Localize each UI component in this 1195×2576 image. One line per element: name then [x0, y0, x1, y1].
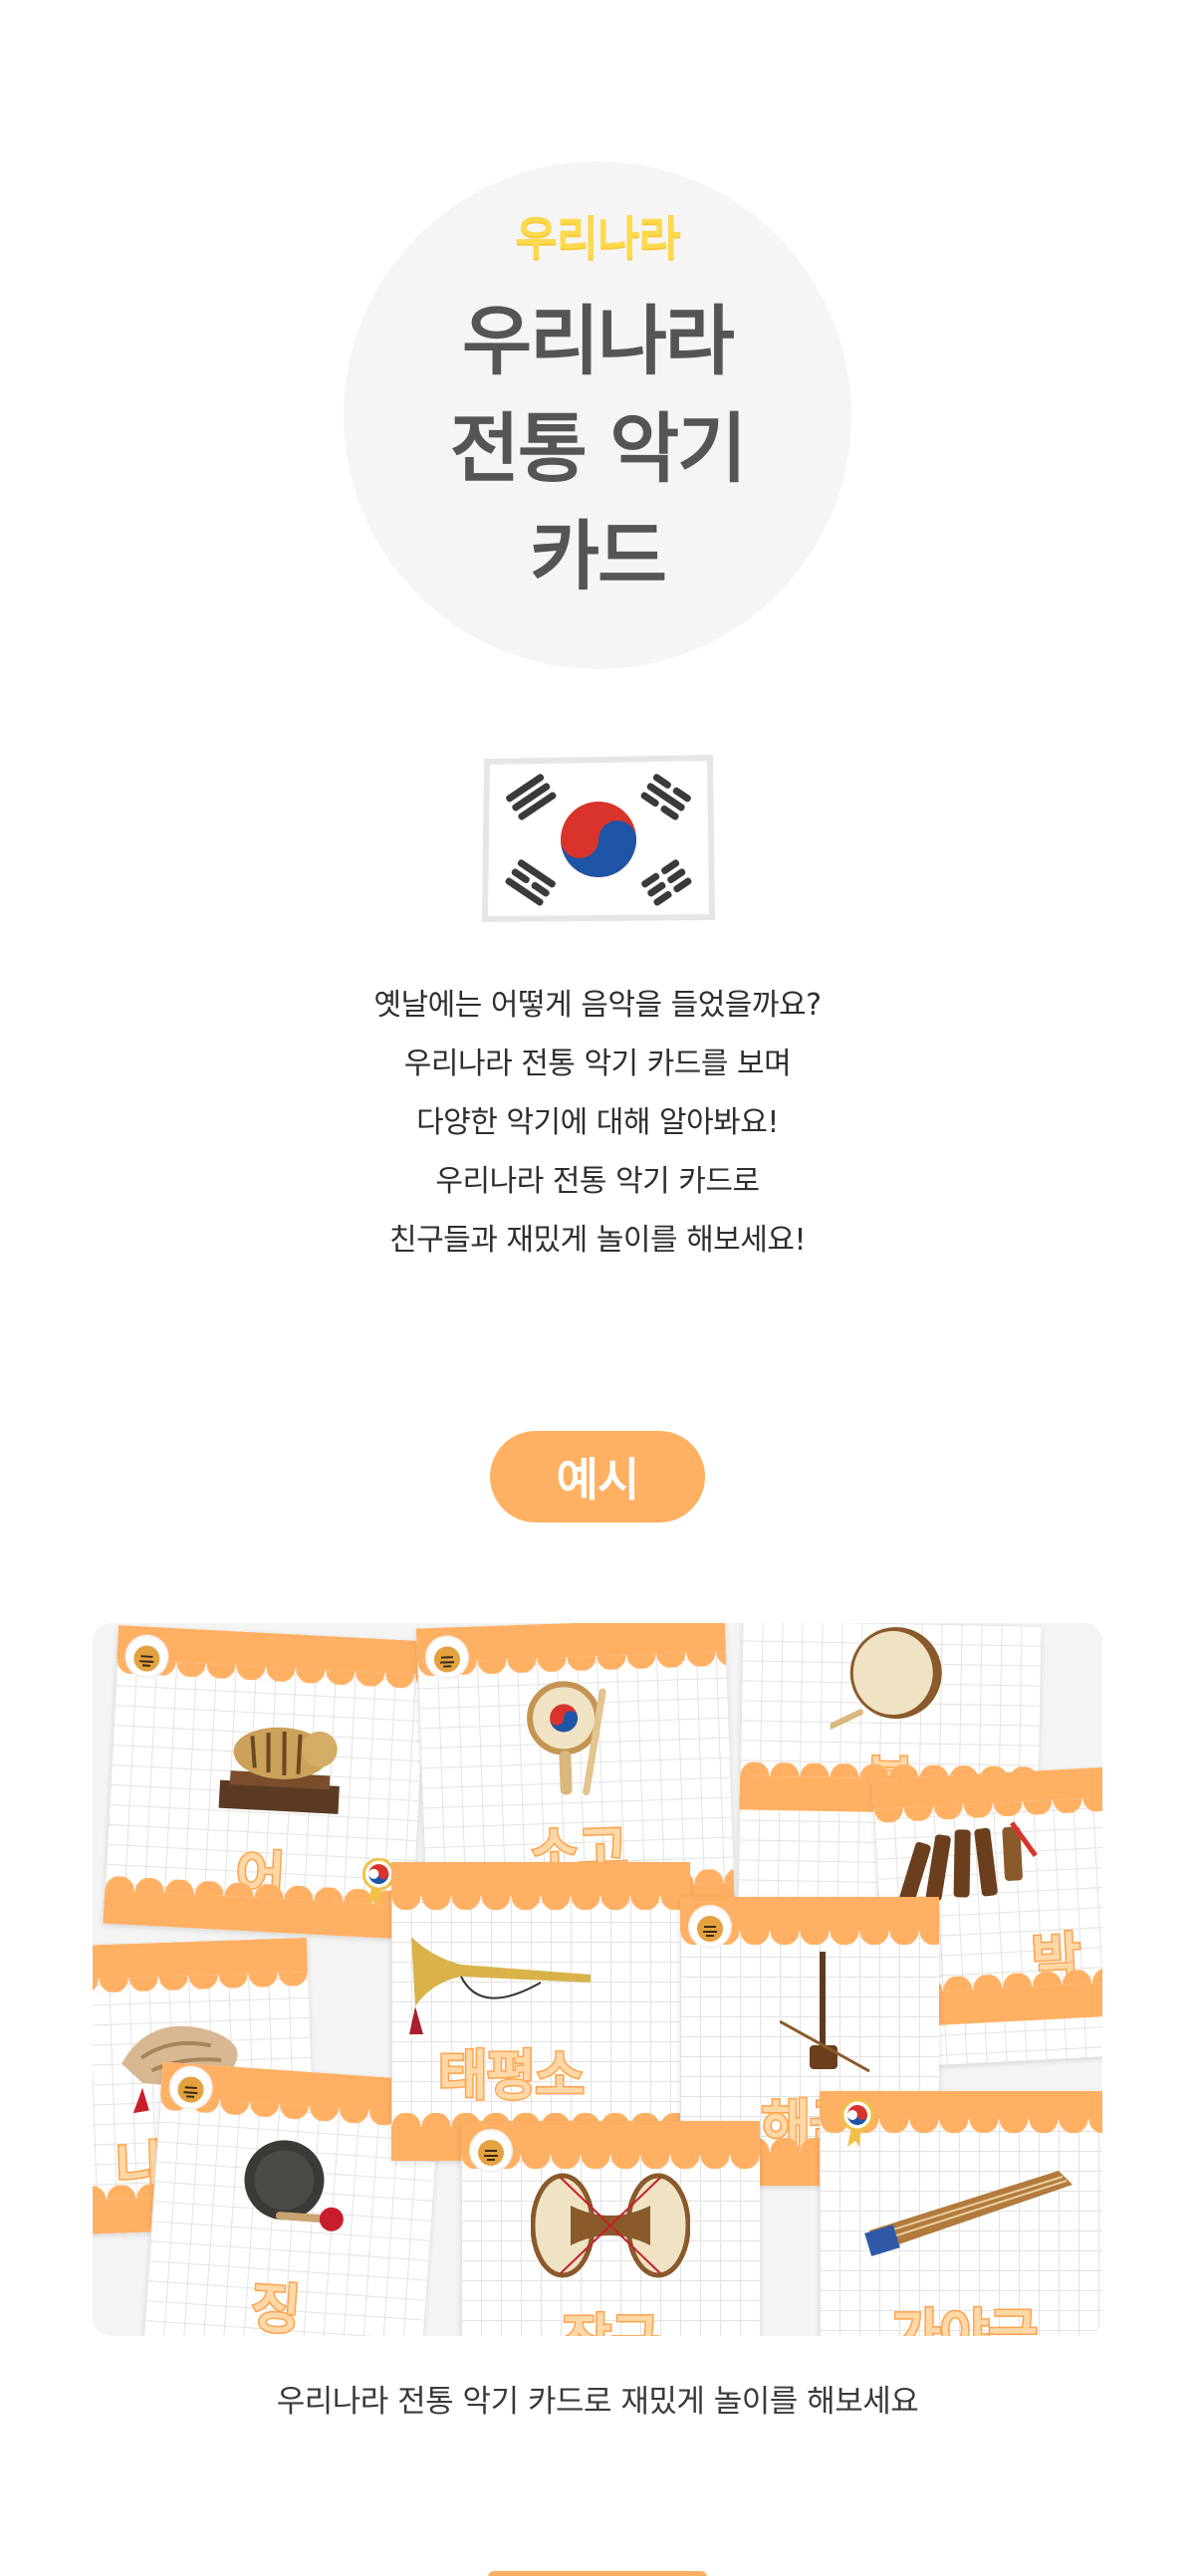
card-label: 징 — [247, 2274, 303, 2336]
title-kicker: 우리나라 — [515, 211, 680, 265]
intro-line: 다양한 악기에 대해 알아봐요! — [416, 1105, 779, 1140]
title-line-1: 우리나라 — [462, 297, 735, 385]
example-card-collage: 어 소고 북 박 — [93, 1623, 1102, 2336]
intro-line: 우리나라 전통 악기 카드를 보며 — [403, 1047, 792, 1081]
tiger-badge-icon — [426, 1636, 468, 1679]
title-line-2: 전통 악기 — [449, 404, 747, 493]
haegeum-fiddle-icon — [780, 1952, 879, 2081]
jing-gong-icon — [230, 2127, 357, 2244]
card-label: 태평소 — [436, 2043, 586, 2109]
instrument-card: 가야금 — [820, 2091, 1102, 2336]
korean-flag-icon — [481, 754, 716, 923]
card-top-band — [93, 1937, 309, 1981]
intro-text: 옛날에는 어떻게 음악을 들었을까요? 우리나라 전통 악기 카드를 보며 다양… — [0, 976, 1195, 1270]
card-label: 장구 — [461, 2295, 760, 2337]
sogo-hand-drum-icon — [513, 1671, 636, 1804]
tiger-badge-icon — [471, 2131, 511, 2171]
intro-line: 친구들과 재밌게 놀이를 해보세요! — [388, 1223, 807, 1258]
gayageum-zither-icon — [859, 2151, 1078, 2260]
example-label: 예시 — [490, 1431, 705, 1522]
tiger-badge-icon — [690, 1907, 730, 1947]
taegeuk-rosette-icon — [839, 2099, 875, 2149]
intro-line: 우리나라 전통 악기 카드로 — [435, 1164, 760, 1199]
instrument-card: 어 — [103, 1625, 427, 1940]
buk-drum-icon — [830, 1623, 952, 1734]
tiger-badge-icon — [125, 1635, 168, 1678]
card-top-band — [391, 1862, 690, 1910]
taepyeongso-horn-icon — [401, 1917, 600, 2036]
example-caption: 우리나라 전통 악기 카드로 재밌게 놀이를 해보세요 — [276, 2384, 919, 2420]
intro-line: 옛날에는 어떻게 음악을 들었을까요? — [373, 988, 822, 1023]
instrument-card: 태평소 — [391, 1862, 690, 2161]
title-circle: 우리나라 우리나라 전통 악기 카드 — [344, 161, 851, 669]
instrument-card: 장구 — [461, 2121, 760, 2336]
next-section-pill — [488, 2571, 707, 2576]
tiger-badge-icon — [169, 2066, 213, 2109]
janggu-drum-icon — [531, 2166, 690, 2285]
eo-tiger-instrument-icon — [208, 1700, 354, 1826]
card-label: 가야금 — [889, 2302, 1039, 2337]
title-line-3: 카드 — [530, 512, 667, 600]
